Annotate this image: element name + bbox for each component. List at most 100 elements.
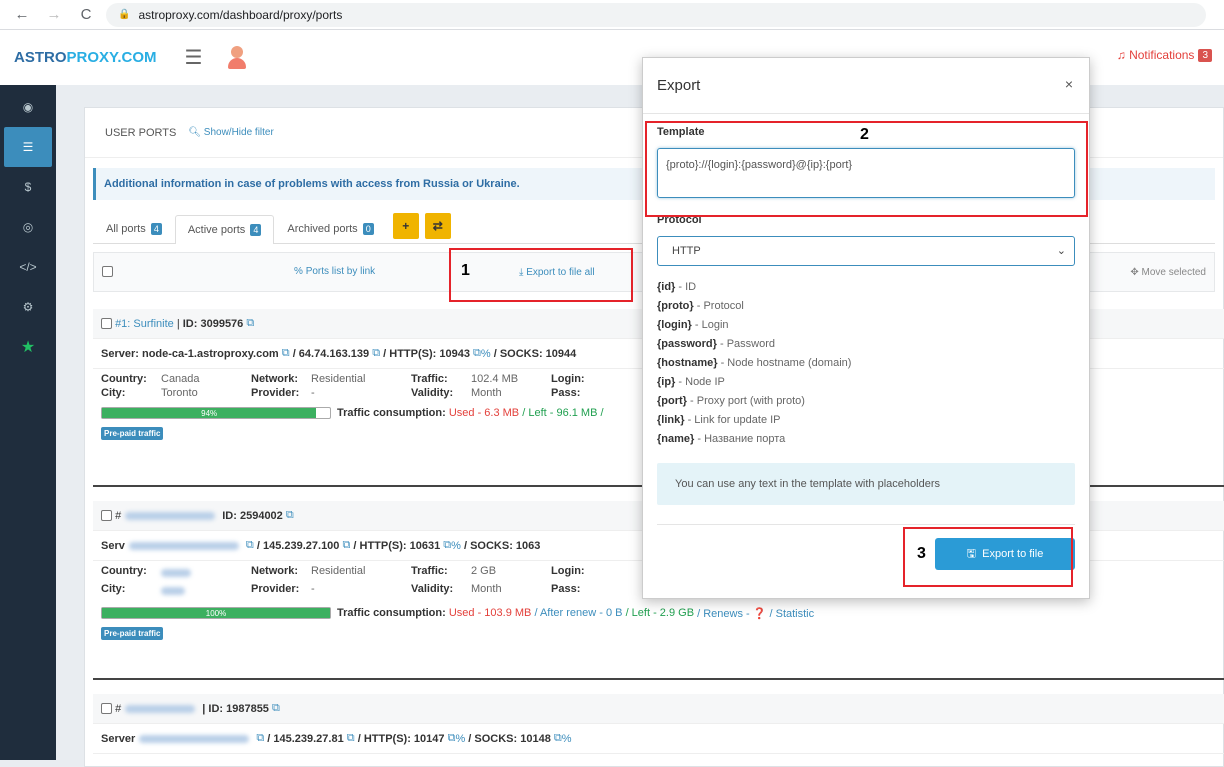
progress-fill: 94% — [102, 408, 317, 418]
placeholder-desc: - Node hostname (domain) — [717, 357, 852, 369]
http-port: / HTTP(S): 10147 — [357, 732, 445, 745]
reload-icon[interactable]: C — [76, 6, 96, 23]
placeholder-item: {password} - Password — [657, 335, 1075, 354]
chevron-down-icon: ⌄ — [1056, 245, 1066, 257]
copy-icon[interactable]: ⧉ — [256, 732, 264, 745]
left-value: / Left - 96.1 MB / — [522, 407, 604, 419]
placeholder-desc: - Password — [716, 338, 775, 350]
search-icon: 🔍︎ — [188, 127, 202, 138]
copy-icon[interactable]: ⧉ — [372, 347, 380, 360]
filter-toggle[interactable]: 🔍︎ Show/Hide filter — [188, 127, 274, 138]
placeholder-item: {ip} - Node IP — [657, 373, 1075, 392]
progress-fill: 100% — [102, 608, 330, 618]
prepaid-badge: Pre-paid traffic — [101, 627, 164, 640]
placeholder-item: {id} - ID — [657, 278, 1075, 297]
provider-label: Provider: — [251, 583, 300, 595]
placeholder-item: {proto} - Protocol — [657, 297, 1075, 316]
link-icon: % — [294, 266, 303, 277]
tab-label: Active ports — [187, 224, 246, 236]
tab-count: 0 — [362, 223, 374, 235]
copy-icon[interactable]: ⧉ — [473, 347, 481, 360]
network-value: Residential — [311, 373, 366, 385]
server-ip: / 64.74.163.139 — [292, 347, 370, 360]
port-title[interactable]: #1: Surfinite — [115, 318, 174, 330]
tab-all-ports[interactable]: All ports 4 — [93, 214, 175, 243]
placeholder-desc: - Proxy port (with proto) — [686, 395, 805, 407]
protocol-select[interactable]: HTTP ⌄ — [657, 236, 1075, 266]
copy-icon[interactable]: ⧉ — [347, 732, 355, 745]
port-header: # | ID: 1987855 ⧉ — [93, 694, 1224, 724]
copy-icon[interactable]: ⧉ — [272, 702, 280, 715]
port-id: ID: 2594002 — [222, 509, 283, 522]
pass-label: Pass: — [551, 387, 581, 399]
dollar-icon[interactable]: $ — [0, 167, 56, 207]
link-icon[interactable]: % — [451, 540, 461, 552]
ports-list-link[interactable]: % Ports list by link — [294, 266, 375, 277]
code-icon[interactable]: </> — [0, 247, 56, 287]
tab-label: All ports — [106, 223, 146, 235]
url-text: astroproxy.com/dashboard/proxy/ports — [138, 7, 343, 22]
renews-value[interactable]: / Renews - ❓ / Statistic — [697, 607, 814, 620]
copy-icon[interactable]: ⧉ — [448, 732, 456, 745]
port-checkbox[interactable] — [101, 510, 112, 521]
tab-active-ports[interactable]: Active ports 4 — [174, 215, 275, 244]
copy-icon[interactable]: ⧉ — [282, 347, 290, 360]
back-icon[interactable]: ← — [12, 6, 32, 23]
add-port-button[interactable]: + — [392, 213, 419, 239]
traffic-progress: 100% — [101, 607, 331, 619]
placeholder-item: {name} - Название порта — [657, 430, 1075, 449]
used-value: Used - 103.9 MB — [448, 607, 532, 619]
port-checkbox[interactable] — [101, 318, 112, 329]
port-title[interactable]: # — [115, 703, 121, 715]
copy-icon[interactable]: ⧉ — [246, 539, 254, 552]
link-icon[interactable]: % — [455, 733, 465, 745]
move-selected-link[interactable]: ✥ Move selected — [1130, 267, 1206, 278]
server-ip: / 145.239.27.81 — [267, 732, 344, 745]
validity-label: Validity: — [411, 387, 454, 399]
ports-icon[interactable]: ☰ — [4, 127, 52, 167]
prepaid-badge: Pre-paid traffic — [101, 427, 164, 440]
placeholder-key: {name} — [657, 433, 695, 445]
http-port: / HTTP(S): 10943 — [383, 347, 470, 360]
refresh-button[interactable]: ⇄ — [424, 213, 451, 239]
link-icon[interactable]: % — [562, 733, 572, 745]
avatar[interactable] — [226, 45, 248, 70]
placeholder-item: {hostname} - Node hostname (domain) — [657, 354, 1075, 373]
modal-footer-divider — [657, 524, 1075, 525]
country-label: Country: — [101, 565, 147, 577]
annotation-number-3: 3 — [917, 545, 926, 562]
copy-icon[interactable]: ⧉ — [443, 539, 451, 552]
link-icon[interactable]: % — [481, 348, 491, 360]
gears-icon[interactable]: ⚙ — [0, 287, 56, 327]
address-bar[interactable]: 🔒 astroproxy.com/dashboard/proxy/ports — [106, 2, 1206, 27]
blurred-city — [161, 587, 185, 595]
tab-archived-ports[interactable]: Archived ports 0 — [274, 214, 386, 243]
select-all-checkbox[interactable] — [102, 266, 113, 277]
placeholder-desc: - ID — [675, 281, 697, 293]
country-label: Country: — [101, 373, 147, 385]
star-icon[interactable]: ★ — [0, 327, 56, 367]
copy-icon[interactable]: ⧉ — [246, 317, 254, 330]
handshake-icon[interactable]: ◎ — [0, 207, 56, 247]
left-value: / Left - 2.9 GB — [625, 607, 695, 619]
port-checkbox[interactable] — [101, 703, 112, 714]
forward-icon[interactable]: → — [44, 6, 64, 23]
copy-icon[interactable]: ⧉ — [286, 509, 294, 522]
placeholder-desc: - Node IP — [675, 376, 725, 388]
brand-logo[interactable]: ASTROPROXY.COM — [14, 49, 157, 66]
annotation-box-3 — [903, 527, 1073, 587]
placeholder-item: {login} - Login — [657, 316, 1075, 335]
panel-title: USER PORTS — [105, 126, 177, 139]
copy-icon[interactable]: ⧉ — [342, 539, 350, 552]
menu-icon[interactable]: ☰ — [185, 45, 203, 70]
pass-label: Pass: — [551, 583, 581, 595]
validity-value: Month — [471, 387, 502, 399]
notifications-link[interactable]: ♫︎ Notifications 3 — [1117, 48, 1212, 62]
traffic-value: 102.4 MB — [471, 373, 519, 385]
info-text: Additional information in case of proble… — [104, 178, 520, 190]
port-title[interactable]: # — [115, 510, 121, 522]
dashboard-icon[interactable]: ◉ — [0, 87, 56, 127]
close-icon[interactable]: × — [1065, 76, 1073, 92]
tab-count: 4 — [150, 223, 162, 235]
copy-icon[interactable]: ⧉ — [554, 732, 562, 745]
